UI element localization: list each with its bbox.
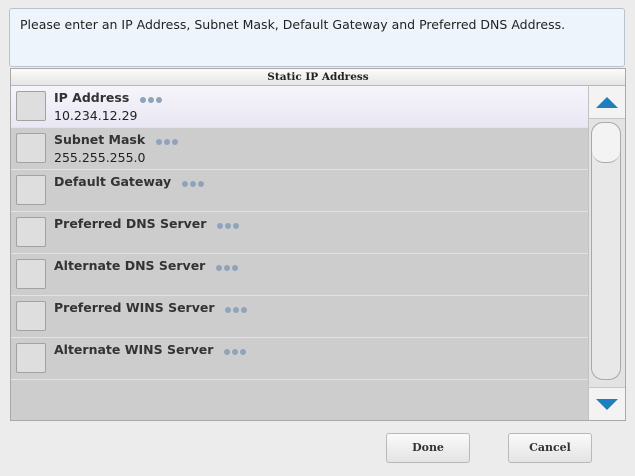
row-select-checkbox[interactable] (16, 343, 46, 373)
field-label-wrapper: Alternate DNS Server (54, 258, 240, 274)
field-label: Subnet Mask (54, 132, 146, 147)
scroll-down-button[interactable] (589, 387, 625, 420)
field-label: Preferred DNS Server (54, 216, 207, 231)
field-row-preferred-dns[interactable]: Preferred DNS Server (11, 212, 588, 254)
triangle-down-icon (596, 399, 618, 410)
field-label-wrapper: Subnet Mask (54, 132, 180, 148)
more-options-icon[interactable] (155, 133, 180, 148)
instructions-text: Please enter an IP Address, Subnet Mask,… (9, 8, 625, 67)
vertical-scrollbar[interactable] (588, 86, 625, 420)
row-select-checkbox[interactable] (16, 259, 46, 289)
row-select-checkbox[interactable] (16, 175, 46, 205)
field-row-preferred-wins[interactable]: Preferred WINS Server (11, 296, 588, 338)
field-label-wrapper: Alternate WINS Server (54, 342, 248, 358)
field-label-wrapper: IP Address (54, 90, 164, 106)
field-row-default-gateway[interactable]: Default Gateway (11, 170, 588, 212)
done-button[interactable]: Done (386, 433, 470, 463)
more-options-icon[interactable] (216, 217, 241, 232)
more-options-icon[interactable] (181, 175, 206, 190)
field-label: Alternate WINS Server (54, 342, 214, 357)
field-label: Alternate DNS Server (54, 258, 206, 273)
panel-title: Static IP Address (11, 69, 625, 86)
field-label-wrapper: Preferred WINS Server (54, 300, 249, 316)
field-row-alternate-wins[interactable]: Alternate WINS Server (11, 338, 588, 380)
row-select-checkbox[interactable] (16, 301, 46, 331)
cancel-button[interactable]: Cancel (508, 433, 592, 463)
row-select-checkbox[interactable] (16, 217, 46, 247)
field-label-wrapper: Default Gateway (54, 174, 206, 190)
row-select-checkbox[interactable] (16, 133, 46, 163)
more-options-icon[interactable] (224, 301, 249, 316)
field-value: 255.255.255.0 (54, 150, 146, 165)
more-options-icon[interactable] (139, 91, 164, 106)
field-label: IP Address (54, 90, 130, 105)
scroll-thumb[interactable] (592, 123, 620, 163)
field-value: 10.234.12.29 (54, 108, 138, 123)
field-list: IP Address 10.234.12.29 Subnet Mask 255.… (11, 86, 588, 420)
static-ip-panel: Static IP Address IP Address 10.234.12.2… (10, 68, 626, 421)
field-label: Default Gateway (54, 174, 172, 189)
field-label-wrapper: Preferred DNS Server (54, 216, 241, 232)
field-label: Preferred WINS Server (54, 300, 215, 315)
row-select-checkbox[interactable] (16, 91, 46, 121)
more-options-icon[interactable] (215, 259, 240, 274)
field-row-alternate-dns[interactable]: Alternate DNS Server (11, 254, 588, 296)
triangle-up-icon (596, 97, 618, 108)
scroll-track[interactable] (591, 122, 621, 380)
field-row-subnet-mask[interactable]: Subnet Mask 255.255.255.0 (11, 128, 588, 170)
field-row-ip-address[interactable]: IP Address 10.234.12.29 (11, 86, 588, 128)
more-options-icon[interactable] (223, 343, 248, 358)
scroll-up-button[interactable] (589, 86, 625, 119)
